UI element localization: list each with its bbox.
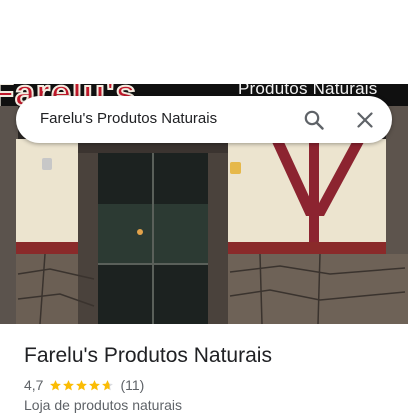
search-icon[interactable] <box>302 108 326 132</box>
star-icon <box>76 379 88 390</box>
rating-value: 4,7 <box>24 377 44 393</box>
star-icon <box>63 379 75 390</box>
place-category: Loja de produtos naturais <box>24 397 182 413</box>
star-icon <box>50 379 62 390</box>
reviews-count[interactable]: (11) <box>120 377 144 393</box>
rating-stars <box>49 379 114 392</box>
search-input[interactable]: Farelu's Produtos Naturais <box>40 110 217 127</box>
rating-row[interactable]: 4,7 (11) <box>24 376 144 394</box>
search-bar[interactable]: Farelu's Produtos Naturais <box>16 96 392 143</box>
top-blank-area <box>0 0 408 84</box>
star-icon <box>89 379 101 390</box>
star-half-icon <box>102 379 114 390</box>
close-icon[interactable] <box>353 108 377 132</box>
place-title: Farelu's Produtos Naturais <box>24 344 272 367</box>
